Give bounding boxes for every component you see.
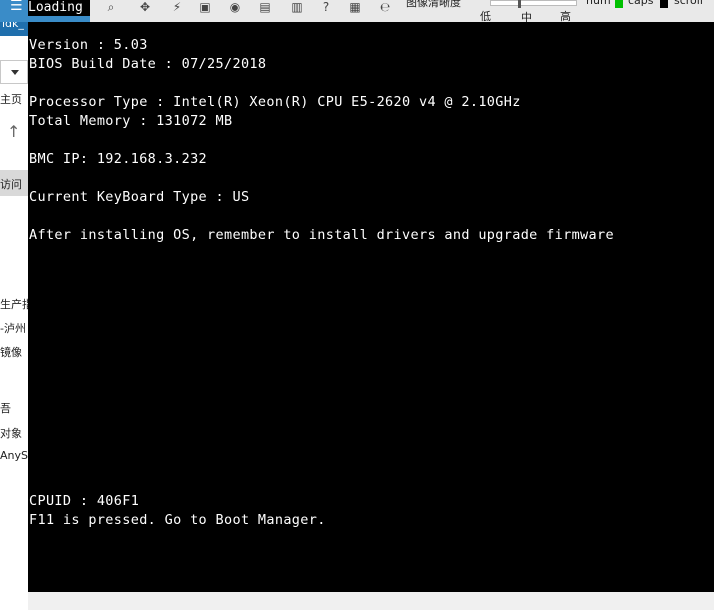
lightning-icon[interactable]: ⚡ [168, 0, 186, 14]
list-item[interactable]: 镜像 [0, 344, 28, 360]
quality-slider-thumb[interactable] [518, 0, 521, 8]
nav-label-access[interactable]: 访问 [0, 176, 28, 192]
console-line-bios-date: BIOS Build Date : 07/25/2018 [29, 56, 267, 72]
nav-label-home[interactable]: 主页 [0, 91, 28, 107]
num-lock-indicator [615, 0, 623, 8]
help-icon[interactable]: ? [317, 0, 335, 14]
background-dropdown[interactable] [0, 60, 28, 84]
scroll-lock-label: scroll [674, 0, 703, 7]
console-line-boot-manager: F11 is pressed. Go to Boot Manager. [29, 512, 326, 528]
folder-icon[interactable]: ▦ [346, 0, 364, 14]
quality-high-label: 高 [560, 10, 571, 22]
pointer-icon[interactable]: ⌕ [102, 0, 120, 14]
console-line-memory: Total Memory : 131072 MB [29, 113, 233, 129]
move-icon[interactable]: ✥ [136, 0, 154, 14]
chevron-down-icon [11, 70, 19, 75]
menu-icon[interactable]: ☰ [10, 0, 24, 14]
console-line-bmc-ip: BMC IP: 192.168.3.232 [29, 151, 208, 167]
ie-icon[interactable]: ℮ [376, 0, 394, 14]
caps-lock-label: caps [628, 0, 654, 7]
quality-low-label: 低 [480, 10, 491, 22]
drive-multi-icon[interactable]: ▥ [288, 0, 306, 14]
quality-slider[interactable] [490, 0, 577, 6]
console-line-version: Version : 5.03 [29, 37, 148, 53]
up-arrow-icon[interactable]: ↑ [7, 122, 20, 141]
console-line-install-note: After installing OS, remember to install… [29, 227, 614, 243]
console-line-keyboard: Current KeyBoard Type : US [29, 189, 250, 205]
quality-mid-label: 中 [521, 11, 532, 22]
loading-status: Loading [28, 0, 90, 16]
drive-icon[interactable]: ▤ [256, 0, 274, 14]
list-item[interactable]: -泸州 [0, 320, 28, 336]
status-strip [28, 592, 714, 610]
list-item[interactable]: 对象 [0, 425, 28, 441]
disc-icon[interactable]: ◉ [226, 0, 244, 14]
list-item[interactable]: 生产指 [0, 296, 28, 312]
kvm-toolbar: ⌕ ✥ ⚡ ▣ ◉ ▤ ▥ ? ▦ ℮ 图像清晰度 低 中 高 num caps… [90, 0, 714, 22]
console-line-processor: Processor Type : Intel(R) Xeon(R) CPU E5… [29, 94, 521, 110]
image-quality-label: 图像清晰度 [406, 0, 461, 9]
caps-lock-indicator [660, 0, 668, 8]
num-lock-label: num [586, 0, 611, 7]
screenshot-icon[interactable]: ▣ [196, 0, 214, 14]
remote-console-screen[interactable]: Version : 5.03 BIOS Build Date : 07/25/2… [28, 22, 714, 592]
console-line-cpuid: CPUID : 406F1 [29, 493, 140, 509]
background-app-panel: ldk_ 主页 ↑ 访问 生产指 -泸州 镜像 吾 对象 AnyS [0, 0, 28, 610]
list-item[interactable]: AnyS [0, 449, 28, 462]
list-item[interactable]: 吾 [0, 400, 28, 416]
